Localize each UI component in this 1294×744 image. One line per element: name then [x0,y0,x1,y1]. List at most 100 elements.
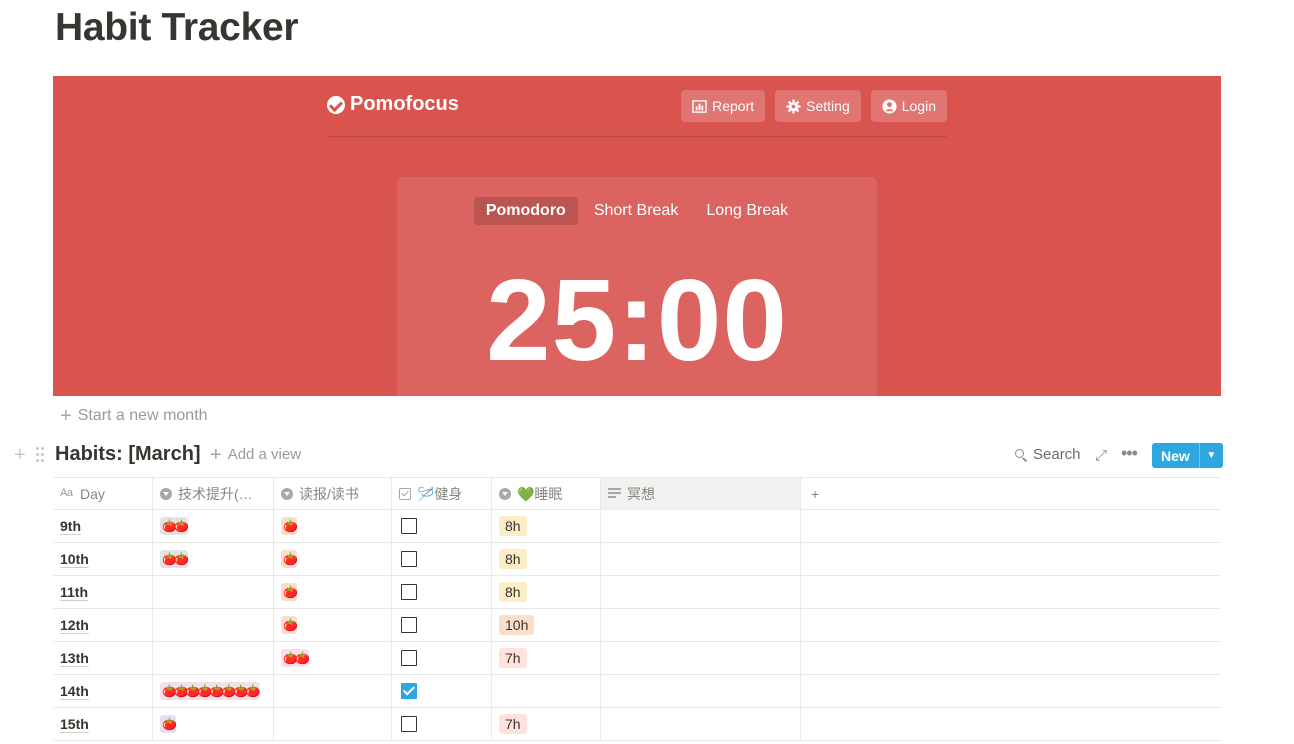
table-row[interactable]: 12th 🍅 10h [53,609,1221,642]
meditate-cell[interactable] [601,642,801,674]
gym-checkbox[interactable] [401,617,417,633]
day-link[interactable]: 13th [60,650,89,666]
tech-cell[interactable] [153,576,274,608]
add-block-plus-icon[interactable]: + [14,443,26,467]
tech-cell[interactable] [153,609,274,641]
gym-checkbox[interactable] [401,650,417,666]
chevron-down-icon[interactable]: ▼ [1198,443,1223,468]
database-title[interactable]: Habits: [March] [55,443,201,466]
read-cell[interactable]: 🍅 [274,510,392,542]
search-button[interactable]: Search [1015,446,1081,463]
login-button[interactable]: Login [870,90,947,122]
sleep-cell[interactable]: 8h [492,543,601,575]
report-button[interactable]: Report [681,90,766,122]
table-row[interactable]: 9th 🍅🍅 🍅 8h [53,510,1221,543]
expand-icon[interactable]: ⤢ [1095,447,1107,464]
tech-cell[interactable]: 🍅🍅 [153,543,274,575]
table-body: 9th 🍅🍅 🍅 8h 10th 🍅🍅 🍅 8h 11th 🍅 8h 12th 🍅 10h 13th 🍅🍅 7h… [53,510,1221,741]
tomato-tag: 🍅🍅 [281,649,310,667]
gym-cell[interactable] [392,675,492,707]
meditate-cell[interactable] [601,609,801,641]
add-view-button[interactable]: + Add a view [210,445,301,465]
drag-handle-icon[interactable] [36,447,46,463]
day-cell[interactable]: 15th [53,708,153,740]
empty-cell [801,642,1221,674]
meditate-cell[interactable] [601,543,801,575]
gym-cell[interactable] [392,609,492,641]
column-header-gym[interactable]: 🪡健身 [392,478,492,509]
gym-cell[interactable] [392,510,492,542]
meditate-cell[interactable] [601,708,801,740]
day-link[interactable]: 10th [60,551,89,567]
sleep-cell[interactable]: 7h [492,642,601,674]
column-header-meditate[interactable]: 冥想 [601,478,801,509]
select-icon [281,487,293,500]
gym-checkbox[interactable] [401,551,417,567]
day-cell[interactable]: 10th [53,543,153,575]
column-header-tech[interactable]: 技术提升(… [153,478,274,509]
day-link[interactable]: 14th [60,683,89,699]
table-row[interactable]: 11th 🍅 8h [53,576,1221,609]
gym-cell[interactable] [392,642,492,674]
tech-cell[interactable]: 🍅 [153,708,274,740]
read-cell[interactable]: 🍅🍅 [274,642,392,674]
table-row[interactable]: 14th 🍅🍅🍅🍅🍅🍅🍅🍅 [53,675,1221,708]
sleep-cell[interactable]: 8h [492,576,601,608]
sleep-cell[interactable]: 8h [492,510,601,542]
column-header-sleep[interactable]: 💚睡眠 [492,478,601,509]
bar-chart-icon [692,99,707,113]
tech-cell[interactable]: 🍅🍅🍅🍅🍅🍅🍅🍅 [153,675,274,707]
gym-checkbox[interactable] [401,683,417,699]
day-link[interactable]: 15th [60,716,89,732]
tech-cell[interactable]: 🍅🍅 [153,510,274,542]
read-cell[interactable]: 🍅 [274,576,392,608]
day-link[interactable]: 11th [60,584,88,600]
tech-cell[interactable] [153,642,274,674]
column-label: 💚睡眠 [517,485,563,502]
day-cell[interactable]: 13th [53,642,153,674]
meditate-cell[interactable] [601,675,801,707]
read-cell[interactable] [274,708,392,740]
sleep-cell[interactable] [492,675,601,707]
gym-checkbox[interactable] [401,584,417,600]
table-row[interactable]: 13th 🍅🍅 7h [53,642,1221,675]
day-link[interactable]: 9th [60,518,81,534]
report-label: Report [712,98,755,114]
tomato-tag: 🍅 [281,583,298,601]
read-cell[interactable] [274,675,392,707]
meditate-cell[interactable] [601,576,801,608]
gym-checkbox[interactable] [401,518,417,534]
table-row[interactable]: 10th 🍅🍅 🍅 8h [53,543,1221,576]
sleep-tag: 7h [499,714,527,734]
more-options-icon[interactable]: ••• [1121,443,1138,464]
column-label: 技术提升(… [178,485,253,502]
gym-checkbox[interactable] [401,716,417,732]
start-new-month-button[interactable]: + Start a new month [60,406,208,426]
day-cell[interactable]: 11th [53,576,153,608]
tab-pomodoro[interactable]: Pomodoro [473,197,578,225]
tab-short-break[interactable]: Short Break [582,197,690,225]
column-label: Day [80,485,105,502]
add-property-button[interactable]: + [801,478,1221,509]
day-link[interactable]: 12th [60,617,89,633]
gym-cell[interactable] [392,576,492,608]
table-row[interactable]: 15th 🍅 7h [53,708,1221,741]
column-header-day[interactable]: Aa Day [53,478,153,509]
pomofocus-logo[interactable]: Pomofocus [327,93,459,116]
tab-long-break[interactable]: Long Break [694,197,800,225]
new-button[interactable]: New [1152,443,1199,468]
meditate-cell[interactable] [601,510,801,542]
day-cell[interactable]: 12th [53,609,153,641]
sleep-cell[interactable]: 7h [492,708,601,740]
gym-cell[interactable] [392,543,492,575]
sleep-cell[interactable]: 10h [492,609,601,641]
day-cell[interactable]: 14th [53,675,153,707]
gym-cell[interactable] [392,708,492,740]
read-cell[interactable]: 🍅 [274,543,392,575]
read-cell[interactable]: 🍅 [274,609,392,641]
select-icon [160,487,172,500]
day-cell[interactable]: 9th [53,510,153,542]
column-header-read[interactable]: 读报/读书 [274,478,392,509]
setting-button[interactable]: Setting [775,90,861,122]
timer-display: 25:00 [486,255,788,385]
